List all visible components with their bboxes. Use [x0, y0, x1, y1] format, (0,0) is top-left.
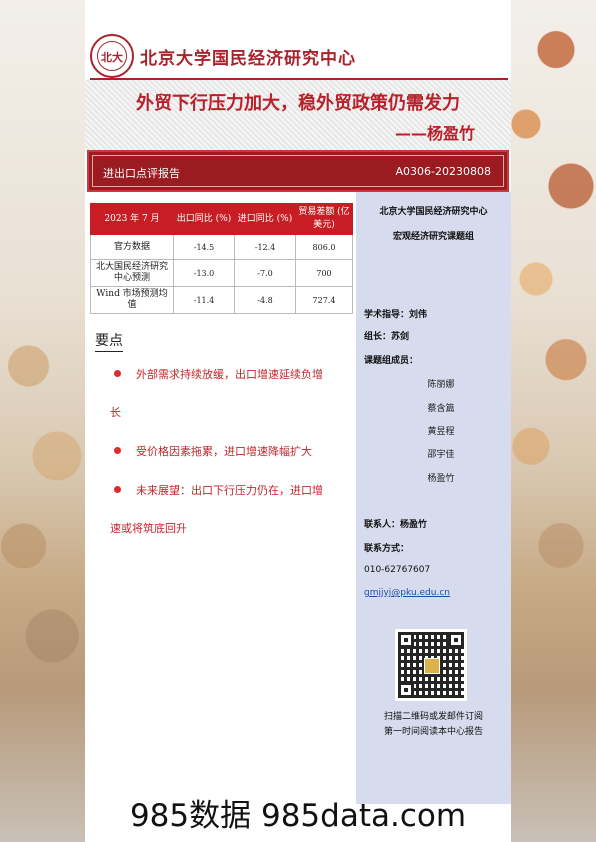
- trade-data-table: 2023 年 7 月 出口同比 (%) 进口同比 (%) 贸易差额 (亿美元) …: [90, 203, 353, 314]
- table-cell: -14.5: [173, 234, 235, 260]
- report-title: 外贸下行压力加大，稳外贸政策仍需发力: [136, 93, 460, 114]
- key-point-1-line-1: 外部需求持续放缓，出口增速延续负增: [136, 368, 323, 381]
- sidebar-member: 邵宇佳: [427, 450, 455, 460]
- qr-finder-icon: [398, 682, 414, 698]
- table-cell: Wind 市场预测均值: [90, 286, 174, 314]
- table-row: 官方数据 -14.5 -12.4 806.0: [90, 234, 353, 260]
- sidebar-members-label: 课题组成员：: [364, 356, 419, 366]
- sidebar-member: 陈丽娜: [427, 380, 455, 390]
- decorative-leaves-left: [0, 330, 95, 690]
- key-point-3-line-1: 未来展望：出口下行压力仍在，进口增: [136, 484, 323, 497]
- title-box: 外贸下行压力加大，稳外贸政策仍需发力 ——杨盈竹: [85, 80, 511, 150]
- bullet-icon: [114, 486, 121, 493]
- report-type-band: 进出口点评报告 A0306-20230808: [87, 150, 509, 192]
- key-points-title: 要点: [95, 330, 123, 352]
- sidebar-advisor: 学术指导：刘伟: [364, 310, 428, 320]
- table-cell: -13.0: [173, 259, 235, 287]
- sidebar-email-link[interactable]: gmjjyj@pku.edu.cn: [364, 588, 450, 598]
- sidebar-contact-panel: 北京大学国民经济研究中心 宏观经济研究课题组 学术指导：刘伟 组长：苏剑 课题组…: [356, 192, 511, 804]
- qr-finder-icon: [448, 632, 464, 648]
- table-header-export: 出口同比 (%): [173, 203, 235, 235]
- key-point-3-line-2: 速或将筑底回升: [110, 522, 187, 535]
- key-point-2: 受价格因素拖累，进口增速降幅扩大: [136, 445, 312, 458]
- table-cell: 官方数据: [90, 234, 174, 260]
- qr-code-icon[interactable]: [395, 629, 467, 701]
- bullet-icon: [114, 370, 121, 377]
- table-cell: 727.4: [295, 286, 353, 314]
- table-header-month: 2023 年 7 月: [90, 203, 174, 235]
- org-name: 北京大学国民经济研究中心: [140, 48, 356, 69]
- table-cell: -11.4: [173, 286, 235, 314]
- table-header-import: 进口同比 (%): [234, 203, 296, 235]
- sidebar-member: 黄昱程: [427, 427, 455, 437]
- table-cell: 北大国民经济研究中心预测: [90, 259, 174, 287]
- sidebar-phone: 010-62767607: [364, 565, 431, 575]
- sidebar-group-name: 宏观经济研究课题组: [392, 232, 474, 242]
- sidebar-contact-person: 联系人：杨盈竹: [364, 520, 428, 530]
- report-author: ——杨盈竹: [394, 124, 475, 143]
- table-cell: 806.0: [295, 234, 353, 260]
- table-cell: -4.8: [234, 286, 296, 314]
- university-seal-icon: [90, 34, 134, 78]
- table-header-row: 2023 年 7 月 出口同比 (%) 进口同比 (%) 贸易差额 (亿美元): [90, 203, 353, 235]
- qr-finder-icon: [398, 632, 414, 648]
- table-header-balance: 贸易差额 (亿美元): [295, 203, 353, 235]
- sidebar-member: 杨盈竹: [427, 474, 455, 484]
- qr-logo-icon: [424, 658, 440, 674]
- qr-caption-2: 第一时间阅读本中心报告: [383, 727, 483, 737]
- qr-caption-1: 扫描二维码或发邮件订阅: [383, 712, 483, 722]
- decorative-leaves-right: [496, 0, 596, 620]
- table-row: 北大国民经济研究中心预测 -13.0 -7.0 700: [90, 259, 353, 287]
- header-logo-row: 北京大学国民经济研究中心: [90, 34, 356, 78]
- qr-code-pattern: [398, 632, 464, 698]
- report-type: 进出口点评报告: [103, 167, 180, 180]
- report-code: A0306-20230808: [395, 165, 491, 178]
- table-cell: -12.4: [234, 234, 296, 260]
- sidebar-leader: 组长：苏剑: [364, 332, 410, 342]
- table-cell: 700: [295, 259, 353, 287]
- key-point-1-line-2: 长: [110, 406, 121, 419]
- watermark-text: 985数据 985data.com: [129, 798, 467, 834]
- sidebar-member: 蔡含篇: [427, 404, 455, 414]
- bullet-icon: [114, 447, 121, 454]
- sidebar-contact-label: 联系方式：: [364, 544, 410, 554]
- table-row: Wind 市场预测均值 -11.4 -4.8 727.4: [90, 286, 353, 314]
- table-cell: -7.0: [234, 259, 296, 287]
- sidebar-center-name: 北京大学国民经济研究中心: [379, 207, 488, 217]
